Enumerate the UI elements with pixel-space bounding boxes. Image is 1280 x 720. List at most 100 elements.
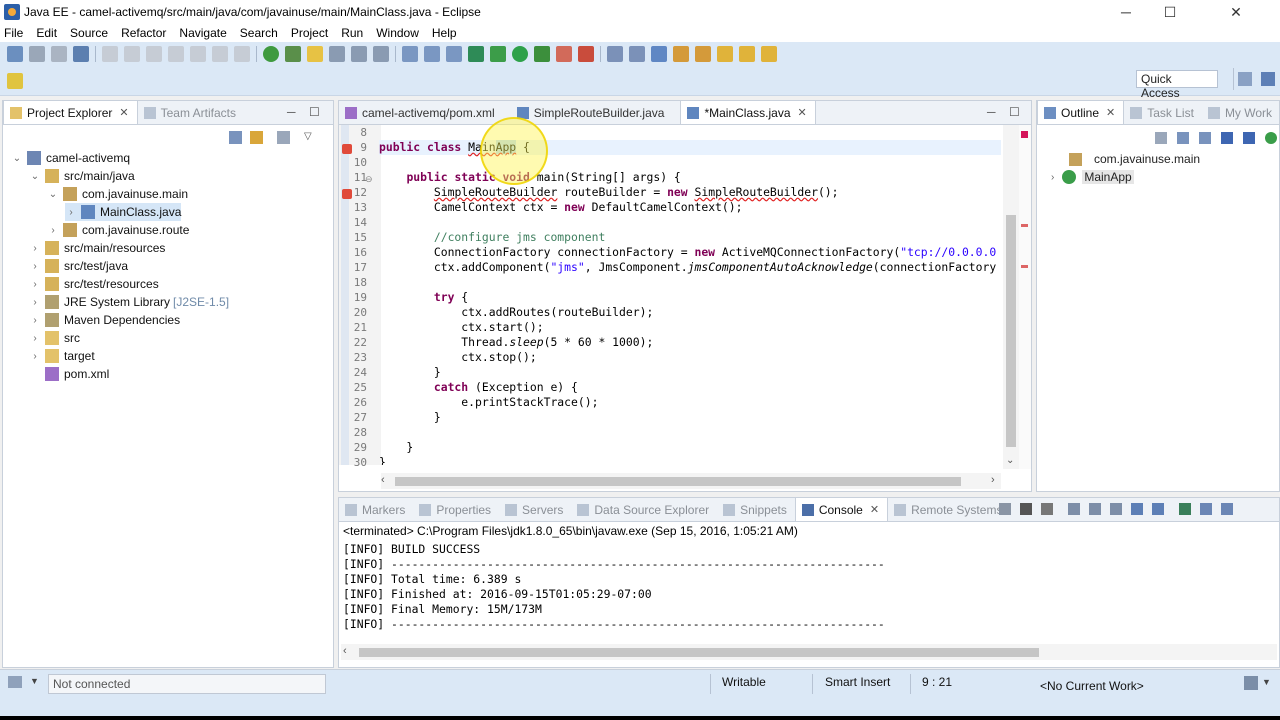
run-icon[interactable] <box>512 46 528 62</box>
terminate-icon[interactable] <box>168 46 184 62</box>
show-on-output-icon[interactable] <box>1131 503 1143 515</box>
collapse-all-icon[interactable] <box>1177 132 1189 144</box>
debug-icon[interactable] <box>490 46 506 62</box>
menu-file[interactable]: File <box>0 26 31 40</box>
menu-project[interactable]: Project <box>286 26 336 40</box>
menu-refactor[interactable]: Refactor <box>116 26 174 40</box>
tree-item[interactable]: › src/test/resources <box>29 275 159 293</box>
pin-console-icon[interactable] <box>1179 503 1191 515</box>
collapse-arrow-icon[interactable]: ⌄ <box>47 189 59 200</box>
tab-team-artifacts[interactable]: Team Artifacts <box>138 101 244 124</box>
tree-item[interactable]: › target <box>29 347 95 365</box>
tree-item[interactable]: pom.xml <box>29 365 109 383</box>
menu-edit[interactable]: Edit <box>31 26 65 40</box>
tab-simple-route-builder[interactable]: SimpleRouteBuilder.java <box>511 101 673 124</box>
expand-arrow-icon[interactable]: › <box>29 351 41 362</box>
tree-item[interactable]: ⌄ com.javainuse.main <box>47 185 188 203</box>
sort-icon[interactable] <box>1199 132 1211 144</box>
connection-icon[interactable] <box>8 676 22 688</box>
last-edit-icon[interactable] <box>717 46 733 62</box>
skip-breakpoints-icon[interactable] <box>102 46 118 62</box>
save-all-icon[interactable] <box>51 46 67 62</box>
console-horizontal-scrollbar[interactable]: ‹ <box>341 644 1277 660</box>
scroll-right-icon[interactable]: › <box>991 474 995 486</box>
menu-help[interactable]: Help <box>427 26 465 40</box>
menu-navigate[interactable]: Navigate <box>174 26 234 40</box>
tree-item[interactable]: › src/test/java <box>29 257 128 275</box>
expand-icon[interactable]: › <box>1051 172 1054 183</box>
open-type-icon[interactable] <box>607 46 623 62</box>
expand-arrow-icon[interactable]: › <box>29 243 41 254</box>
step-return-icon[interactable] <box>234 46 250 62</box>
remove-all-icon[interactable] <box>1041 503 1053 515</box>
error-marker-icon[interactable] <box>342 189 352 199</box>
expand-arrow-icon[interactable]: › <box>29 261 41 272</box>
tree-item[interactable]: › src <box>29 329 80 347</box>
close-icon[interactable]: ✕ <box>870 503 879 516</box>
focus-icon[interactable] <box>1155 132 1167 144</box>
menu-source[interactable]: Source <box>65 26 116 40</box>
coverage-icon[interactable] <box>534 46 550 62</box>
tab-servers[interactable]: Servers <box>499 498 571 521</box>
word-wrap-icon[interactable] <box>373 46 389 62</box>
close-icon[interactable]: ✕ <box>119 106 128 119</box>
minimize-editor-icon[interactable]: ─ <box>987 105 996 119</box>
error-overview-icon[interactable] <box>1021 131 1028 138</box>
word-wrap-icon[interactable] <box>1110 503 1122 515</box>
clear-console-icon[interactable] <box>1068 503 1080 515</box>
tab-remote-systems[interactable]: Remote Systems <box>888 498 1010 521</box>
outline-item-class[interactable]: › MainApp <box>1051 168 1134 186</box>
collapse-arrow-icon[interactable]: ⌄ <box>29 171 41 182</box>
code-area[interactable]: public class MainApp { public static voi… <box>379 125 1001 465</box>
terminate-icon[interactable] <box>999 503 1011 515</box>
hide-static-icon[interactable] <box>1243 132 1255 144</box>
warning-overview-icon[interactable] <box>1021 265 1028 268</box>
dropdown-arrow-icon[interactable]: ▼ <box>1262 677 1271 687</box>
maximize-button[interactable]: ☐ <box>1148 0 1192 24</box>
tree-item[interactable]: ⌄ src/main/java <box>29 167 135 185</box>
debug-server-icon[interactable] <box>285 46 301 62</box>
fold-toggle-icon[interactable]: ⊖ <box>365 174 373 185</box>
expand-arrow-icon[interactable]: › <box>29 297 41 308</box>
link-with-editor-icon[interactable] <box>250 131 263 144</box>
status-context[interactable]: <No Current Work> <box>1040 679 1144 693</box>
maximize-view-icon[interactable]: ☐ <box>309 105 320 119</box>
annotation-next-icon[interactable] <box>673 46 689 62</box>
remove-launch-icon[interactable] <box>1020 503 1032 515</box>
hide-fields-icon[interactable] <box>1221 132 1233 144</box>
expand-arrow-icon[interactable]: › <box>47 225 59 236</box>
tab-project-explorer[interactable]: Project Explorer ✕ <box>3 101 138 124</box>
scroll-left-icon[interactable]: ‹ <box>343 645 347 657</box>
minimize-button[interactable]: ─ <box>1104 0 1148 24</box>
new-server-icon[interactable] <box>468 46 484 62</box>
close-icon[interactable]: ✕ <box>1106 106 1115 119</box>
suspend-icon[interactable] <box>146 46 162 62</box>
console-output[interactable]: <terminated> C:\Program Files\jdk1.8.0_6… <box>339 522 1279 667</box>
scroll-left-icon[interactable]: ‹ <box>381 474 385 486</box>
tree-item[interactable]: › JRE System Library [J2SE-1.5] <box>29 293 229 311</box>
resume-icon[interactable] <box>124 46 140 62</box>
tree-item[interactable]: › MainClass.java <box>65 203 182 221</box>
tab-main-class[interactable]: *MainClass.java ✕ <box>680 101 816 124</box>
tab-outline[interactable]: Outline ✕ <box>1037 101 1125 124</box>
close-window-button[interactable]: ✕ <box>1192 0 1280 24</box>
collapse-arrow-icon[interactable]: ⌄ <box>11 153 23 164</box>
open-task-icon[interactable] <box>629 46 645 62</box>
display-console-icon[interactable] <box>1200 503 1212 515</box>
external-tools-icon[interactable] <box>556 46 572 62</box>
tree-item[interactable]: › com.javainuse.route <box>47 221 189 239</box>
block-selection-icon[interactable] <box>351 46 367 62</box>
expand-arrow-icon[interactable]: › <box>29 315 41 326</box>
server-start-icon[interactable] <box>263 46 279 62</box>
tab-properties[interactable]: Properties <box>413 498 499 521</box>
open-console-icon[interactable] <box>1221 503 1233 515</box>
tab-task-list[interactable]: Task List <box>1124 101 1202 124</box>
hide-non-public-icon[interactable] <box>1265 132 1277 144</box>
minimize-view-icon[interactable]: ─ <box>287 105 296 119</box>
forward-icon[interactable] <box>761 46 777 62</box>
maximize-editor-icon[interactable]: ☐ <box>1009 105 1020 119</box>
show-on-error-icon[interactable] <box>1152 503 1164 515</box>
tab-data-source-explorer[interactable]: Data Source Explorer <box>571 498 717 521</box>
tab-pom-xml[interactable]: camel-activemq/pom.xml <box>339 101 503 124</box>
editor-horizontal-scrollbar[interactable]: ‹ › <box>381 473 1001 489</box>
